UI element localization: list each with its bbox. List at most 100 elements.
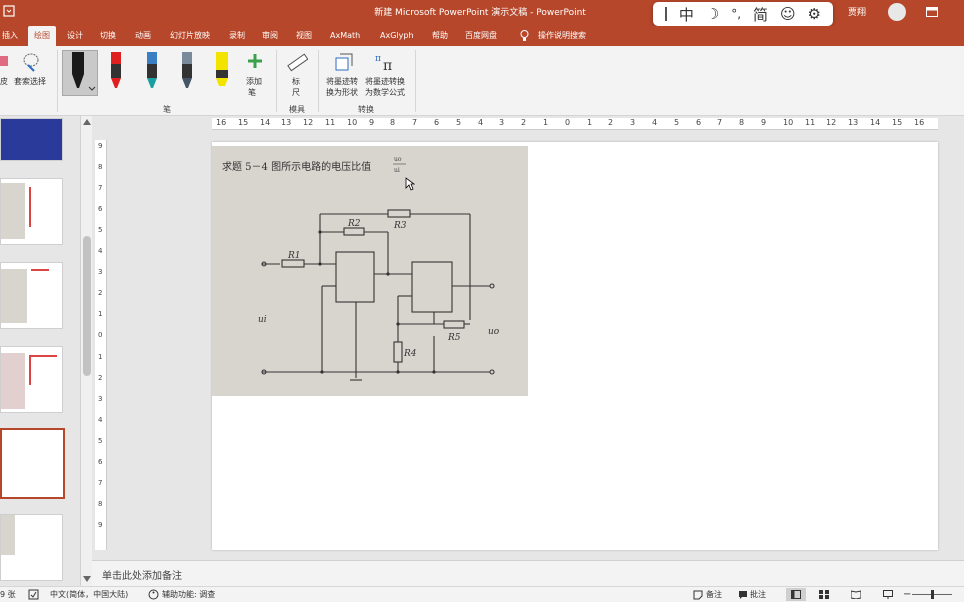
- scroll-down-icon[interactable]: [83, 576, 91, 582]
- slide-thumbnail-selected[interactable]: [0, 428, 65, 499]
- ink-to-math-label[interactable]: 将墨迹转换: [365, 76, 405, 87]
- notes-button[interactable]: 备注: [706, 589, 722, 600]
- pen-gray-icon[interactable]: [177, 52, 197, 90]
- tab-review[interactable]: 审阅: [262, 26, 278, 46]
- circuit-diagram: R1 R2 R3 R4 R5 ui uo: [258, 209, 500, 381]
- ruler-label-2[interactable]: 尺: [292, 87, 300, 98]
- add-pen-label-2[interactable]: 笔: [248, 87, 256, 98]
- pen-red-icon[interactable]: [106, 52, 126, 90]
- tab-baidu-netdisk[interactable]: 百度网盘: [465, 26, 497, 46]
- lasso-icon[interactable]: [22, 52, 40, 72]
- ruler-label[interactable]: 标: [292, 76, 300, 87]
- eraser-label[interactable]: 皮: [0, 76, 8, 87]
- ruler-tick: 6: [98, 458, 103, 466]
- punctuation-icon[interactable]: °,: [731, 7, 741, 21]
- circuit-photo[interactable]: 求题 5－4 图所示电路的电压比值 uo ui R1 R2 R3 R4 R5 u…: [212, 146, 528, 396]
- tab-axglyph[interactable]: AxGlyph: [380, 26, 414, 46]
- user-name[interactable]: 贾翔: [848, 5, 866, 18]
- zoom-slider-thumb[interactable]: [931, 590, 934, 599]
- label-r1: R1: [287, 251, 301, 261]
- ink-to-math-label-2[interactable]: 为数学公式: [365, 87, 405, 98]
- language-indicator[interactable]: 中文(简体，中国大陆): [50, 589, 128, 600]
- ime-handle[interactable]: [664, 7, 667, 21]
- avatar[interactable]: [888, 3, 906, 21]
- slide-thumbnail[interactable]: [0, 178, 63, 245]
- eraser-icon[interactable]: [0, 52, 10, 68]
- tab-help[interactable]: 帮助: [432, 26, 448, 46]
- svg-text:π: π: [383, 58, 392, 72]
- pen-dropdown-icon[interactable]: [88, 86, 96, 92]
- tab-transitions[interactable]: 切换: [100, 26, 116, 46]
- ink-to-shape-label[interactable]: 将墨迹转: [326, 76, 358, 87]
- ruler-tick: 4: [98, 416, 103, 424]
- ruler-tick: 12: [826, 118, 837, 127]
- thumbnail-scrollbar[interactable]: [80, 116, 92, 586]
- accessibility-status[interactable]: 辅助功能: 调查: [162, 589, 215, 600]
- ruler-tick: 7: [412, 118, 418, 127]
- notes-placeholder[interactable]: 单击此处添加备注: [102, 567, 182, 582]
- ink-to-shape-icon[interactable]: [334, 52, 354, 72]
- tab-slideshow[interactable]: 幻灯片放映: [170, 26, 210, 46]
- ruler-tick: 4: [98, 247, 103, 255]
- notes-icon[interactable]: [693, 590, 703, 600]
- quick-access-icon[interactable]: [2, 3, 16, 19]
- tab-draw[interactable]: 绘图: [28, 26, 56, 46]
- tab-record[interactable]: 录制: [229, 26, 245, 46]
- slide-sorter-button[interactable]: [814, 588, 834, 601]
- comments-icon[interactable]: [738, 590, 748, 600]
- slide-thumbnail[interactable]: [0, 346, 63, 413]
- zoom-out-button[interactable]: −: [903, 589, 911, 600]
- ruler-tick: 3: [630, 118, 636, 127]
- slide-count: 9 张: [0, 590, 16, 599]
- ribbon-display-icon[interactable]: [926, 7, 938, 17]
- ruler-tick: 5: [674, 118, 680, 127]
- slideshow-button[interactable]: [878, 588, 898, 601]
- ruler-tick: 3: [499, 118, 505, 127]
- ruler-tick: 8: [98, 500, 103, 508]
- gear-icon[interactable]: ⚙: [808, 5, 821, 23]
- ruler-tick: 10: [347, 118, 358, 127]
- reading-view-button[interactable]: [846, 588, 866, 601]
- tab-animations[interactable]: 动画: [135, 26, 151, 46]
- tell-me-search[interactable]: 操作说明搜索: [538, 26, 586, 46]
- tab-design[interactable]: 设计: [67, 26, 83, 46]
- scroll-up-icon[interactable]: [83, 119, 91, 125]
- ruler-icon[interactable]: [286, 52, 308, 74]
- slide-thumbnail[interactable]: [0, 118, 63, 161]
- ink-to-shape-label-2[interactable]: 换为形状: [326, 87, 358, 98]
- ruler-tick: 16: [914, 118, 925, 127]
- ruler-tick: 2: [521, 118, 527, 127]
- accessibility-icon[interactable]: [148, 589, 159, 600]
- notes-pane[interactable]: 单击此处添加备注: [92, 560, 964, 586]
- add-pen-label[interactable]: 添加: [246, 76, 262, 87]
- label-r5: R5: [447, 333, 461, 343]
- ruler-tick: 1: [587, 118, 593, 127]
- normal-view-button[interactable]: [786, 588, 806, 601]
- emoji-icon[interactable]: ☺: [780, 5, 796, 23]
- ruler-tick: 7: [98, 479, 103, 487]
- slide-thumbnail[interactable]: [0, 514, 63, 581]
- slide-thumbnails: [0, 116, 80, 586]
- tab-axmath[interactable]: AxMath: [330, 26, 360, 46]
- slide-thumbnail[interactable]: [0, 262, 63, 329]
- add-pen-icon[interactable]: [248, 54, 262, 68]
- ime-mode-toggle[interactable]: 中: [679, 4, 694, 25]
- ruler-tick: 0: [98, 331, 103, 339]
- ruler-tick: 13: [281, 118, 292, 127]
- lasso-label[interactable]: 套索选择: [14, 76, 46, 87]
- scrollbar-thumb[interactable]: [83, 236, 91, 376]
- moon-icon[interactable]: ☽: [706, 5, 719, 23]
- tab-view[interactable]: 视图: [296, 26, 312, 46]
- tab-insert[interactable]: 插入: [2, 26, 18, 46]
- ruler-tick: 4: [478, 118, 484, 127]
- slide-canvas[interactable]: 求题 5－4 图所示电路的电压比值 uo ui R1 R2 R3 R4 R5 u…: [212, 142, 938, 550]
- spellcheck-icon[interactable]: [28, 589, 39, 600]
- highlighter-yellow-icon[interactable]: [212, 52, 232, 90]
- pen-blue-icon[interactable]: [142, 52, 162, 90]
- pen-black-icon[interactable]: [68, 52, 88, 90]
- label-r2: R2: [347, 219, 361, 229]
- ime-simplified-toggle[interactable]: 简: [753, 4, 768, 25]
- comments-button[interactable]: 批注: [750, 589, 766, 600]
- ruler-tick: 9: [98, 142, 103, 150]
- ink-to-math-icon[interactable]: ππ: [374, 50, 398, 72]
